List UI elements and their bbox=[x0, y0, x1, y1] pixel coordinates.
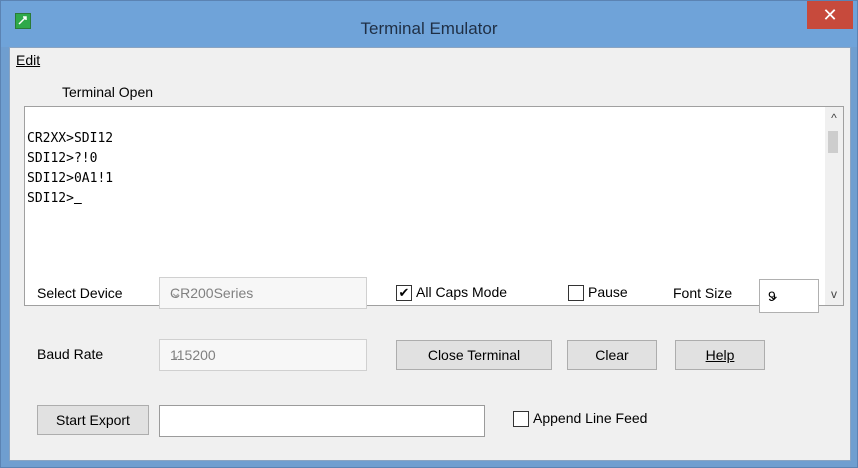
close-terminal-button[interactable]: Close Terminal bbox=[396, 340, 552, 370]
select-device-dropdown[interactable]: CR200Series ⌄ bbox=[159, 277, 367, 309]
terminal-line: SDI12> bbox=[27, 191, 74, 206]
all-caps-label[interactable]: All Caps Mode bbox=[416, 284, 507, 300]
clear-button[interactable]: Clear bbox=[567, 340, 657, 370]
scroll-up-arrow-icon[interactable]: ^ bbox=[825, 109, 843, 127]
terminal-output[interactable]: CR2XX>SDI12 SDI12>?!0 SDI12>0A1!1 SDI12>… bbox=[24, 106, 844, 306]
scroll-thumb[interactable] bbox=[828, 131, 838, 153]
vertical-scrollbar[interactable]: ^ v bbox=[825, 107, 843, 305]
status-text: Terminal Open bbox=[62, 84, 154, 100]
baud-rate-label: Baud Rate bbox=[37, 346, 104, 362]
all-caps-checkbox[interactable]: ✔ bbox=[396, 285, 412, 301]
append-line-feed-label[interactable]: Append Line Feed bbox=[533, 410, 647, 426]
text-cursor bbox=[74, 191, 82, 206]
font-size-label: Font Size bbox=[673, 285, 733, 301]
terminal-emulator-window: Terminal Emulator ✕ Edit Terminal Open C… bbox=[0, 0, 858, 468]
terminal-line: SDI12>?!0 bbox=[27, 151, 98, 166]
export-path-input[interactable] bbox=[159, 405, 485, 437]
chevron-down-icon: ⌄ bbox=[768, 287, 780, 303]
help-button[interactable]: Help bbox=[675, 340, 765, 370]
menu-bar: Edit bbox=[10, 48, 850, 70]
baud-rate-dropdown[interactable]: 115200 ⌄ bbox=[159, 339, 367, 371]
close-button[interactable]: ✕ bbox=[807, 1, 853, 29]
chevron-down-icon: ⌄ bbox=[170, 284, 182, 300]
menu-edit-label: Edit bbox=[16, 52, 41, 68]
pause-label[interactable]: Pause bbox=[588, 284, 628, 300]
client-area: Edit Terminal Open CR2XX>SDI12 SDI12>?!0… bbox=[9, 47, 851, 461]
pause-checkbox[interactable] bbox=[568, 285, 584, 301]
terminal-line: SDI12>0A1!1 bbox=[27, 171, 114, 186]
font-size-dropdown[interactable]: 9 ⌄ bbox=[759, 279, 819, 313]
window-title: Terminal Emulator bbox=[360, 19, 498, 38]
select-device-label: Select Device bbox=[37, 285, 123, 301]
menu-edit[interactable]: Edit bbox=[16, 52, 40, 68]
chevron-down-icon: ⌄ bbox=[170, 346, 182, 362]
scroll-down-arrow-icon[interactable]: v bbox=[825, 285, 843, 303]
help-label: Help bbox=[705, 347, 735, 363]
start-export-button[interactable]: Start Export bbox=[37, 405, 149, 435]
title-bar: Terminal Emulator ✕ bbox=[1, 1, 857, 47]
terminal-text: CR2XX>SDI12 SDI12>?!0 SDI12>0A1!1 SDI12> bbox=[27, 129, 113, 209]
append-line-feed-checkbox[interactable] bbox=[513, 411, 529, 427]
terminal-line: CR2XX>SDI12 bbox=[27, 131, 114, 146]
